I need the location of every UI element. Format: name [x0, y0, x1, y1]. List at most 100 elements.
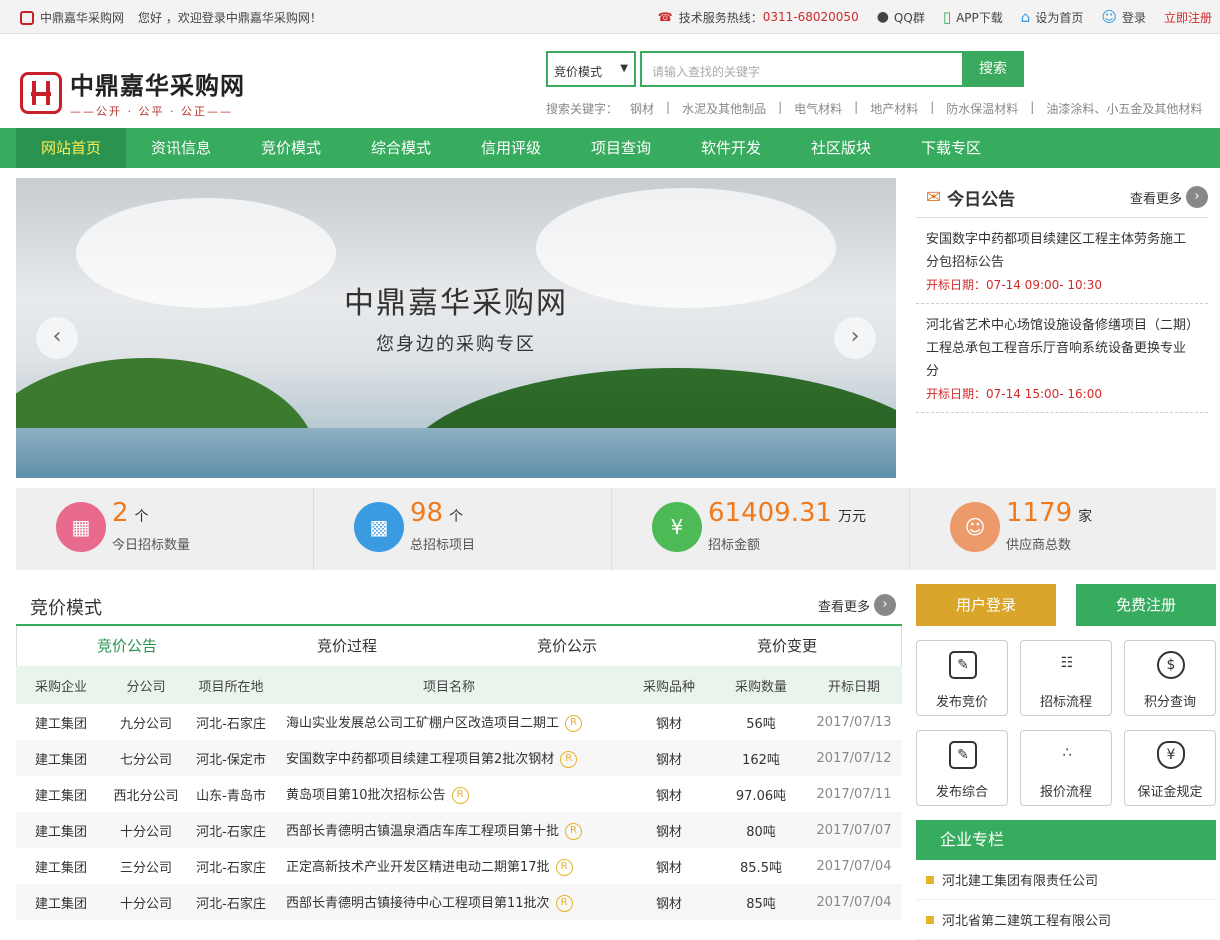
cell-date: 2017/07/13	[806, 704, 902, 740]
tab-bid-change[interactable]: 竞价变更	[677, 626, 897, 666]
quick-label: 报价流程	[1039, 785, 1092, 800]
table-row[interactable]: 建工集团 三分公司 河北-石家庄 正定高新技术产业开发区精进电动二期第17批 R 钢材 85…	[16, 848, 902, 884]
notice-more-label: 查看更多	[1129, 191, 1182, 207]
stat-amount: ¥ 61409.31 万元 招标金额	[612, 488, 910, 570]
cell-material-text: 钢材	[655, 788, 682, 804]
notice-item[interactable]: 安国数字中药都项目续建区工程主体劳务施工分包招标公告 开标日期：07-14 09…	[916, 218, 1208, 304]
coin-search-icon: $	[1157, 651, 1185, 679]
cell-branch: 九分公司	[106, 704, 186, 740]
enterprise-item[interactable]: 河北省第二建筑工程有限公司	[916, 900, 1216, 940]
cell-quantity: 85.5吨	[716, 848, 806, 884]
tab-bid-process[interactable]: 竞价过程	[237, 626, 457, 666]
stat-number: 2	[112, 498, 129, 528]
notice-date: 开标日期：07-14 09:00- 10:30	[926, 278, 1102, 292]
qq-penguin-icon: ●	[876, 9, 889, 25]
enterprise-name: 河北建工集团有限责任公司	[942, 874, 1099, 889]
stat-unit: 个	[134, 509, 149, 525]
banner-next-arrow-icon[interactable]: ›	[834, 317, 876, 359]
free-register-button[interactable]: 免费注册	[1076, 584, 1216, 626]
cell-project-name[interactable]: 西部长青德明古镇接待中心工程项目第11批次 R	[276, 884, 622, 920]
hot-keyword[interactable]: 地产材料	[870, 100, 918, 117]
r-badge-icon: R	[451, 787, 469, 804]
cell-project-name[interactable]: 安国数字中药都项目续建工程项目第2批次钢材 R	[276, 740, 622, 776]
cell-project-name[interactable]: 海山实业发展总公司工矿棚户区改造项目二期工 R	[276, 704, 622, 740]
enterprise-item[interactable]: 河北建工集团有限责任公司	[916, 860, 1216, 900]
cell-material-text: 钢材	[655, 824, 682, 840]
table-row[interactable]: 建工集团 九分公司 河北-石家庄 海山实业发展总公司工矿棚户区改造项目二期工 R 钢材 56…	[16, 704, 902, 740]
tab-bid-publicity[interactable]: 竞价公示	[457, 626, 677, 666]
site-name[interactable]: 中鼎嘉华采购网	[40, 9, 124, 26]
cell-location-text: 山东-青岛市	[196, 788, 266, 804]
search-button[interactable]: 搜索	[962, 51, 1024, 87]
col-header: 项目所在地	[198, 679, 264, 695]
section-more-link[interactable]: 查看更多 ›	[818, 594, 896, 616]
dropdown-arrow-icon: ▼	[620, 63, 628, 74]
hero-banner[interactable]: 中鼎嘉华采购网 您身边的采购专区 ‹ ›	[16, 178, 896, 478]
nav-news[interactable]: 资讯信息	[126, 128, 236, 168]
hot-keyword[interactable]: 水泥及其他制品	[682, 100, 766, 117]
quick-deposit-rules[interactable]: ¥ 保证金规定	[1124, 730, 1216, 806]
section-title: 竞价模式	[30, 598, 102, 619]
set-homepage-link[interactable]: ⌂ 设为首页	[1021, 8, 1084, 26]
cell-quantity-text: 56吨	[746, 716, 776, 732]
notice-more-link[interactable]: 查看更多 ›	[1130, 186, 1208, 208]
quick-tender-flow[interactable]: ☷ 招标流程	[1020, 640, 1112, 716]
table-row[interactable]: 建工集团 西北分公司 山东-青岛市 黄岛项目第10批次招标公告 R 钢材 97.06吨 201…	[16, 776, 902, 812]
banner-prev-arrow-icon[interactable]: ‹	[36, 317, 78, 359]
hot-keyword[interactable]: 钢材	[630, 100, 654, 117]
cell-date: 2017/07/07	[806, 812, 902, 848]
user-login-button[interactable]: 用户登录	[916, 584, 1056, 626]
quick-publish-bid[interactable]: ✎ 发布竞价	[916, 640, 1008, 716]
home-icon: ⌂	[1020, 8, 1031, 26]
cell-project-name-text: 黄岛项目第10批次招标公告	[286, 788, 446, 803]
nav-credit[interactable]: 信用评级	[456, 128, 566, 168]
table-row[interactable]: 建工集团 七分公司 河北-保定市 安国数字中药都项目续建工程项目第2批次钢材 R 钢材 16…	[16, 740, 902, 776]
cell-branch-text: 十分公司	[119, 824, 172, 840]
cell-quantity-text: 85吨	[746, 896, 776, 912]
cell-material: 钢材	[622, 812, 716, 848]
site-logo[interactable]: 中鼎嘉华采购网 ——公开 · 公平 · 公正——	[20, 66, 245, 119]
quick-label: 积分查询	[1143, 695, 1196, 710]
r-badge-icon: R	[560, 751, 578, 768]
site-mini-logo-icon	[20, 10, 34, 25]
tab-bid-notice[interactable]: 竞价公告	[17, 626, 237, 666]
notice-item[interactable]: 河北省艺术中心场馆设施设备修缮项目（二期）工程总承包工程音乐厅音响系统设备更换专…	[916, 304, 1208, 413]
stats-bar: ▦ 2个 今日招标数量 ▩ 98 个 总招标项目 ¥ 61409.31 万元 招标金…	[16, 488, 1216, 570]
login-label: 登录	[1121, 10, 1146, 25]
cell-project-name[interactable]: T10西部长青德明古镇温泉酒店车库工程项目第十批R	[276, 812, 622, 848]
search-mode-select[interactable]: 竞价模式 ▼	[546, 51, 636, 87]
table-row[interactable]: 建工集团 十分公司 河北-石家庄 西部长青德明古镇接待中心工程项目第11批次 R 钢材 85…	[16, 884, 902, 920]
hot-keyword[interactable]: 油漆涂料、小五金及其他材料	[1046, 100, 1202, 117]
stat-unit: 家	[1078, 509, 1093, 525]
col-header: 开标日期	[827, 679, 880, 695]
cell-project-name[interactable]: 正定高新技术产业开发区精进电动二期第17批 R	[276, 848, 622, 884]
nav-community[interactable]: 社区版块	[786, 128, 896, 168]
login-link[interactable]: ☺ 登录	[1101, 8, 1146, 26]
app-download-link[interactable]: ▯ APP下载	[943, 8, 1003, 26]
logo-title: 中鼎嘉华采购网	[70, 72, 245, 100]
quick-points-query[interactable]: $ 积分查询	[1124, 640, 1216, 716]
nav-home[interactable]: 网站首页	[16, 128, 126, 168]
quick-publish-comprehensive[interactable]: ✎ 发布综合	[916, 730, 1008, 806]
welcome-text: 您好 ，欢迎登录中鼎嘉华采购网！	[138, 11, 322, 25]
qq-link[interactable]: ● QQ群	[877, 9, 925, 26]
cell-location: 河北-保定市	[186, 740, 276, 776]
hot-keyword[interactable]: 防水保温材料	[946, 100, 1018, 117]
nav-software[interactable]: 软件开发	[676, 128, 786, 168]
cell-company-text: 建工集团	[34, 752, 87, 768]
register-link[interactable]: 立即注册	[1164, 9, 1212, 26]
table-row[interactable]: 建工集团十分公司河北-石家庄T10西部长青德明古镇温泉酒店车库工程项目第十批R钢…	[16, 812, 902, 848]
nav-bidding[interactable]: 竞价模式	[236, 128, 346, 168]
quick-quote-flow[interactable]: ∴ 报价流程	[1020, 730, 1112, 806]
cell-project-name[interactable]: 黄岛项目第10批次招标公告 R	[276, 776, 622, 812]
cell-material-text: 钢材	[655, 896, 682, 912]
nav-comprehensive[interactable]: 综合模式	[346, 128, 456, 168]
search-input[interactable]: 请输入查找的关键字	[640, 51, 962, 87]
stat-label: 今日招标数量	[112, 538, 191, 553]
cell-material: 钢材	[622, 776, 716, 812]
bar-chart-icon: ▩	[354, 502, 404, 552]
hot-keywords: 搜索关键字： 钢材 | 水泥及其他制品 | 电气材料 | 地产材料 | 防水保温材料 | …	[546, 100, 1203, 117]
hot-keyword[interactable]: 电气材料	[794, 100, 842, 117]
nav-project-query[interactable]: 项目查询	[566, 128, 676, 168]
nav-download[interactable]: 下载专区	[896, 128, 1006, 168]
